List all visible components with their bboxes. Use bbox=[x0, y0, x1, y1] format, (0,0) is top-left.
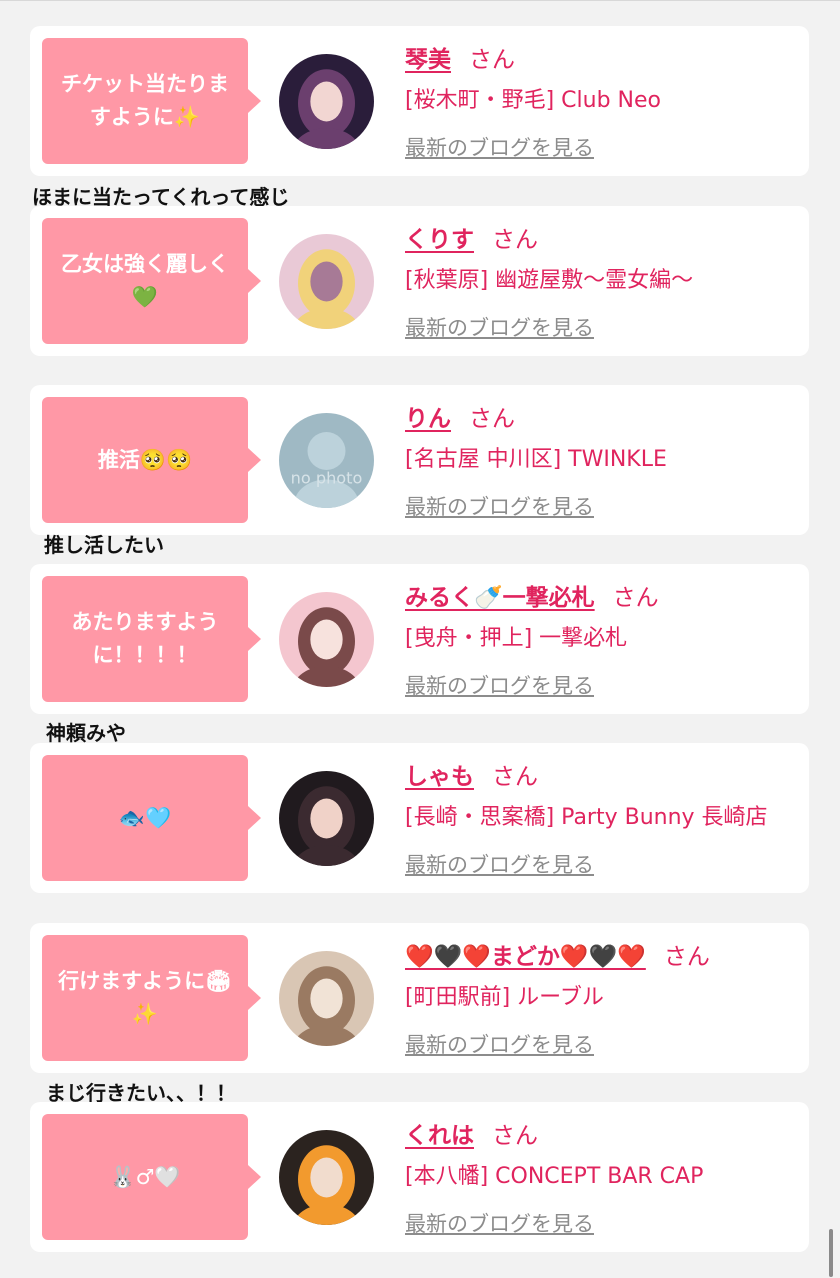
shop-label: [曳舟・押上] 一撃必札 bbox=[405, 626, 628, 651]
name-line: りん さん bbox=[405, 399, 515, 433]
honorific: さん bbox=[469, 47, 515, 73]
avatar[interactable] bbox=[279, 1130, 374, 1225]
recommend-card: 行けますように🏟✨ ❤️🖤❤️まどか❤️🖤❤️ さん [町田駅前] ルーブル 最新… bbox=[30, 923, 809, 1073]
bubble-text: あたりますように！！！！ bbox=[71, 610, 219, 667]
speech-bubble: 行けますように🏟✨ bbox=[42, 935, 261, 1061]
user-comment: 神頼みや bbox=[46, 721, 126, 745]
name-line: 琴美 さん bbox=[405, 40, 515, 74]
bubble-text: 🐰♂🤍 bbox=[109, 1164, 181, 1189]
cast-name-link[interactable]: くりす bbox=[405, 227, 474, 253]
shop-label: [長崎・思案橋] Party Bunny 長崎店 bbox=[405, 805, 768, 830]
honorific: さん bbox=[492, 227, 538, 253]
shop-label: [秋葉原] 幽遊屋敷〜霊女編〜 bbox=[405, 268, 694, 293]
speech-bubble: あたりますように！！！！ bbox=[42, 576, 261, 702]
bubble-text: 行けますように🏟✨ bbox=[58, 969, 232, 1026]
avatar[interactable] bbox=[279, 234, 374, 329]
name-line: くりす さん bbox=[405, 220, 538, 254]
bubble-text: チケット当たりますように✨ bbox=[61, 72, 229, 129]
avatar-face bbox=[310, 798, 343, 839]
avatar-face bbox=[310, 619, 343, 660]
cast-name-link[interactable]: ❤️🖤❤️まどか❤️🖤❤️ bbox=[405, 944, 646, 970]
recommend-card: あたりますように！！！！ みるく🍼一撃必札 さん [曳舟・押上] 一撃必札 最新の… bbox=[30, 564, 809, 714]
latest-blog-link[interactable]: 最新のブログを見る bbox=[405, 132, 594, 162]
honorific: さん bbox=[492, 764, 538, 790]
latest-blog-link[interactable]: 最新のブログを見る bbox=[405, 312, 594, 342]
honorific: さん bbox=[469, 406, 515, 432]
avatar-text: no photo bbox=[291, 468, 363, 487]
recommend-card: 🐟🩵 しゃも さん [長崎・思案橋] Party Bunny 長崎店 最新のブログ… bbox=[30, 743, 809, 893]
name-line: しゃも さん bbox=[405, 757, 538, 791]
avatar[interactable] bbox=[279, 54, 374, 149]
recommend-card: チケット当たりますように✨ 琴美 さん [桜木町・野毛] Club Neo 最新の… bbox=[30, 26, 809, 176]
latest-blog-link[interactable]: 最新のブログを見る bbox=[405, 849, 594, 879]
speech-bubble: チケット当たりますように✨ bbox=[42, 38, 261, 164]
latest-blog-link[interactable]: 最新のブログを見る bbox=[405, 491, 594, 521]
bubble-text: 推活🥺🥺 bbox=[97, 447, 193, 472]
avatar-face bbox=[310, 261, 343, 302]
cast-name-link[interactable]: しゃも bbox=[405, 764, 474, 790]
avatar-face bbox=[310, 1157, 343, 1198]
bubble-text: 乙女は強く麗しく💚 bbox=[61, 252, 229, 309]
latest-blog-link[interactable]: 最新のブログを見る bbox=[405, 1208, 594, 1238]
latest-blog-link[interactable]: 最新のブログを見る bbox=[405, 1029, 594, 1059]
shop-label: [桜木町・野毛] Club Neo bbox=[405, 88, 661, 113]
scrollbar-thumb[interactable] bbox=[829, 1229, 833, 1277]
avatar[interactable]: no photo bbox=[279, 413, 374, 508]
name-line: みるく🍼一撃必札 さん bbox=[405, 578, 659, 612]
speech-bubble: 乙女は強く麗しく💚 bbox=[42, 218, 261, 344]
honorific: さん bbox=[612, 585, 659, 611]
speech-bubble: 🐰♂🤍 bbox=[42, 1114, 261, 1240]
cast-name-link[interactable]: くれは bbox=[405, 1123, 474, 1149]
avatar-face bbox=[310, 81, 343, 122]
name-line: ❤️🖤❤️まどか❤️🖤❤️ さん bbox=[405, 937, 710, 971]
shop-label: [名古屋 中川区] TWINKLE bbox=[405, 447, 667, 472]
shop-label: [町田駅前] ルーブル bbox=[405, 985, 604, 1010]
speech-bubble: 🐟🩵 bbox=[42, 755, 261, 881]
avatar[interactable] bbox=[279, 951, 374, 1046]
avatar-silhouette-head bbox=[307, 432, 346, 470]
bubble-text: 🐟🩵 bbox=[118, 805, 172, 830]
page: チケット当たりますように✨ 琴美 さん [桜木町・野毛] Club Neo 最新の… bbox=[0, 0, 840, 1278]
avatar-face bbox=[310, 978, 343, 1019]
user-comment: 推し活したい bbox=[44, 533, 164, 557]
honorific: さん bbox=[492, 1123, 538, 1149]
cast-name-link[interactable]: 琴美 bbox=[405, 47, 451, 73]
avatar[interactable] bbox=[279, 771, 374, 866]
recommend-card: 🐰♂🤍 くれは さん [本八幡] CONCEPT BAR CAP 最新のブログを見… bbox=[30, 1102, 809, 1252]
latest-blog-link[interactable]: 最新のブログを見る bbox=[405, 670, 594, 700]
cast-name-link[interactable]: みるく🍼一撃必札 bbox=[405, 585, 595, 611]
recommend-card: 推活🥺🥺 no photo りん さん [名古屋 中川区] TWINKLE 最新の… bbox=[30, 385, 809, 535]
name-line: くれは さん bbox=[405, 1116, 538, 1150]
speech-bubble: 推活🥺🥺 bbox=[42, 397, 261, 523]
avatar[interactable] bbox=[279, 592, 374, 687]
honorific: さん bbox=[663, 944, 710, 970]
cast-name-link[interactable]: りん bbox=[405, 406, 451, 432]
recommend-card: 乙女は強く麗しく💚 くりす さん [秋葉原] 幽遊屋敷〜霊女編〜 最新のブログを見… bbox=[30, 206, 809, 356]
shop-label: [本八幡] CONCEPT BAR CAP bbox=[405, 1164, 704, 1189]
